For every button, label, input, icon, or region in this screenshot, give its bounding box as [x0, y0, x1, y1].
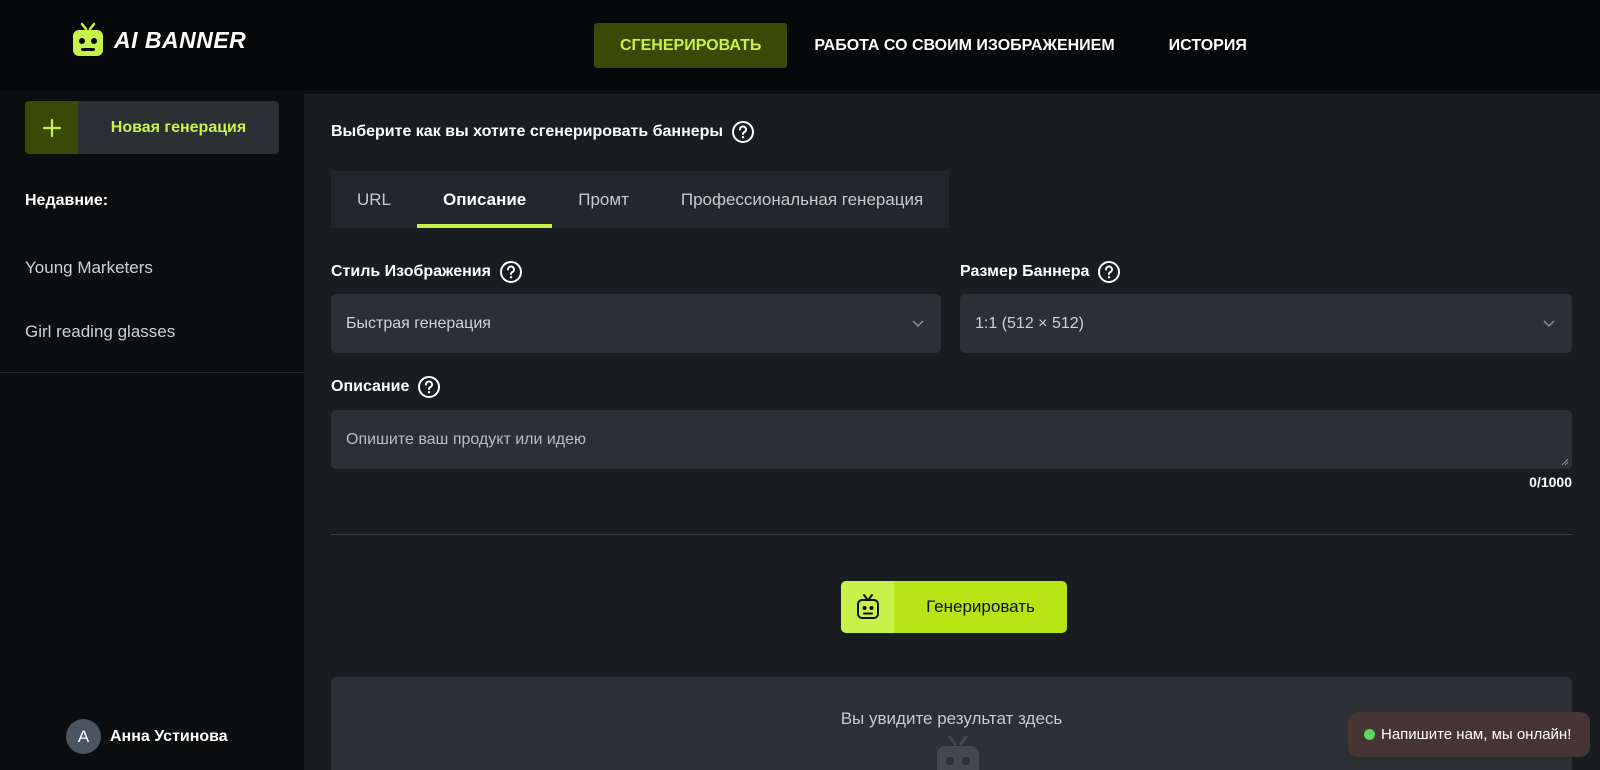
size-label: Размер Баннера [960, 260, 1121, 284]
question-icon[interactable] [731, 120, 755, 144]
chevron-down-icon [1543, 320, 1555, 328]
style-label: Стиль Изображения [331, 260, 523, 284]
chat-widget-button[interactable]: Напишите нам, мы онлайн! [1348, 712, 1590, 757]
tab-prompt[interactable]: Промт [552, 171, 655, 228]
nav-own-image[interactable]: РАБОТА СО СВОИМ ИЗОБРАЖЕНИЕМ [787, 23, 1141, 68]
size-label-text: Размер Баннера [960, 263, 1090, 280]
main-nav: СГЕНЕРИРОВАТЬ РАБОТА СО СВОИМ ИЗОБРАЖЕНИ… [594, 23, 1274, 68]
user-name: Анна Устинова [110, 727, 228, 745]
generate-button-label: Генерировать [894, 581, 1067, 633]
size-select-value: 1:1 (512 × 512) [975, 314, 1084, 332]
question-icon[interactable] [1097, 260, 1121, 284]
tab-description[interactable]: Описание [417, 171, 553, 228]
char-counter: 0/1000 [1529, 474, 1572, 490]
page-title-text: Выберите как вы хотите сгенерировать бан… [331, 123, 724, 140]
style-label-text: Стиль Изображения [331, 263, 491, 280]
new-generation-button[interactable]: Новая генерация [25, 101, 279, 154]
description-label-text: Описание [331, 378, 410, 395]
generate-button[interactable]: Генерировать [841, 581, 1067, 633]
section-divider [331, 534, 1572, 535]
question-icon[interactable] [417, 375, 441, 399]
avatar: А [66, 719, 101, 754]
chevron-down-icon [912, 320, 924, 328]
page-title: Выберите как вы хотите сгенерировать бан… [331, 120, 755, 144]
description-input[interactable]: Опишите ваш продукт или идею [331, 410, 1572, 469]
style-select-value: Быстрая генерация [346, 314, 491, 332]
robot-icon [73, 22, 103, 56]
description-placeholder: Опишите ваш продукт или идею [346, 430, 587, 448]
logo-text: AI BANNER [114, 26, 247, 53]
sidebar-divider [0, 372, 304, 373]
tab-professional[interactable]: Профессиональная генерация [655, 171, 949, 228]
new-generation-label: Новая генерация [110, 118, 247, 136]
chat-widget-label: Напишите нам, мы онлайн! [1381, 726, 1572, 743]
robot-icon [937, 735, 979, 770]
recent-item-young-marketers[interactable]: Young Marketers [25, 258, 153, 278]
description-label: Описание [331, 375, 441, 399]
question-icon[interactable] [499, 260, 523, 284]
style-select[interactable]: Быстрая генерация [331, 294, 941, 353]
recent-item-girl-reading-glasses[interactable]: Girl reading glasses [25, 322, 175, 342]
resize-handle-icon[interactable] [1559, 456, 1569, 466]
nav-history[interactable]: ИСТОРИЯ [1142, 23, 1274, 68]
online-status-icon [1364, 729, 1375, 740]
plus-icon [25, 101, 78, 154]
recent-title: Недавние: [25, 192, 109, 209]
sidebar: Новая генерация Недавние: Young Marketer… [0, 90, 304, 770]
nav-generate[interactable]: СГЕНЕРИРОВАТЬ [594, 23, 788, 68]
size-select[interactable]: 1:1 (512 × 512) [960, 294, 1572, 353]
tab-url[interactable]: URL [331, 171, 417, 228]
user-profile[interactable]: А Анна Устинова [66, 719, 228, 754]
top-bar: AI BANNER СГЕНЕРИРОВАТЬ РАБОТА СО СВОИМ … [0, 0, 1600, 90]
logo[interactable]: AI BANNER [70, 22, 246, 58]
generation-tabs: URL Описание Промт Профессиональная гене… [331, 171, 950, 228]
robot-icon [841, 581, 894, 633]
main-panel: Выберите как вы хотите сгенерировать бан… [304, 94, 1600, 770]
